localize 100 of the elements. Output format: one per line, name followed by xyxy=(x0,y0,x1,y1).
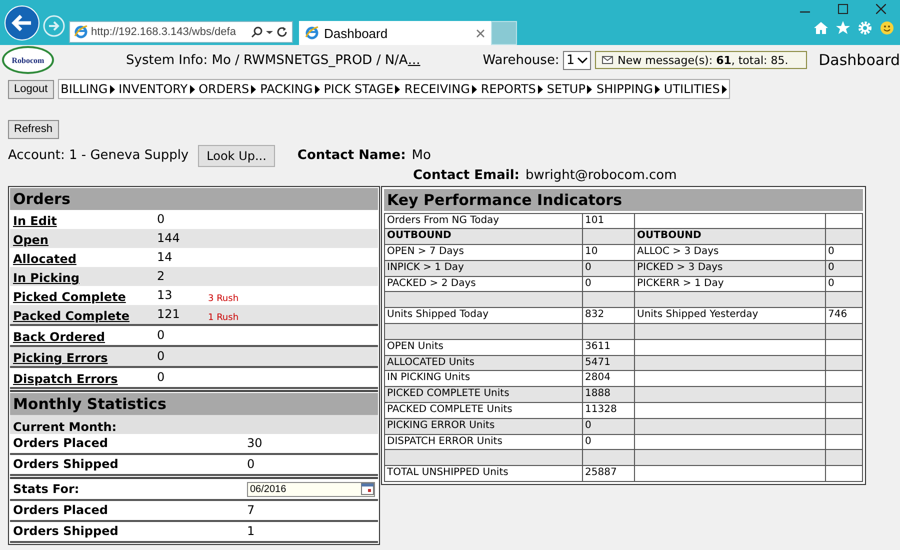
kpi-label: ALLOC > 3 Days xyxy=(637,246,719,258)
submenu-arrow-icon xyxy=(395,84,400,94)
stat-label: Orders Shipped xyxy=(13,457,120,471)
kpi-value: 0 xyxy=(585,436,592,447)
account-text: Account: 1 - Geneva Supply xyxy=(8,148,189,163)
warehouse-label: Warehouse: xyxy=(482,52,560,68)
browser-logo-icon xyxy=(74,25,88,39)
submenu-arrow-icon xyxy=(314,84,320,94)
status-link[interactable]: Packed Complete xyxy=(13,308,130,322)
month-field[interactable]: 06/2016 xyxy=(247,482,375,496)
menu-item[interactable]: SETUP xyxy=(544,82,594,96)
menu-item[interactable]: SHIPPING xyxy=(594,82,662,96)
refresh-button[interactable]: Refresh xyxy=(8,120,59,138)
kpi-label: PICKERR > 1 Day xyxy=(637,278,724,289)
kpi-label: TOTAL UNSHIPPED Units xyxy=(387,467,508,478)
status-link[interactable]: In Picking xyxy=(13,270,80,284)
address-bar[interactable]: http://192.168.3.143/wbs/defa xyxy=(69,21,293,43)
more-link[interactable]: ... xyxy=(408,52,420,68)
menu-item[interactable]: RECEIVING xyxy=(402,82,479,96)
menu-item[interactable]: BILLING xyxy=(58,82,117,96)
system-info: System Info: Mo / RWMSNETGS_PROD / N/A xyxy=(126,52,408,68)
kpi-label: OPEN > 7 Days xyxy=(387,246,464,258)
kpi-value: 3611 xyxy=(585,340,610,352)
stat-value: 1 xyxy=(247,524,256,538)
kpi-label: OPEN Units xyxy=(387,340,444,352)
menu-item[interactable]: INVENTORY xyxy=(116,82,197,96)
kpi-label: PICKING ERROR Units xyxy=(387,420,495,431)
stat-label: Orders Placed xyxy=(13,436,109,450)
kpi-label: INPICK > 1 Day xyxy=(387,262,464,273)
message-text: New message(s): 61, total: 85. xyxy=(618,54,788,66)
star-icon[interactable] xyxy=(836,21,850,35)
kpi-label: OUTBOUND xyxy=(637,230,702,242)
dropdown-caret-icon xyxy=(576,56,588,64)
browser-logo-icon xyxy=(305,26,319,40)
kpi-label: PACKED COMPLETE Units xyxy=(387,404,512,416)
order-count: 0 xyxy=(157,370,166,384)
status-link[interactable]: In Edit xyxy=(13,214,57,228)
submenu-arrow-icon xyxy=(538,84,543,94)
kpi-value: 2804 xyxy=(585,372,610,384)
order-count: 14 xyxy=(157,250,174,264)
stat-value: 7 xyxy=(247,503,256,517)
order-count: 121 xyxy=(157,307,181,321)
status-link[interactable]: Dispatch Errors xyxy=(13,372,118,386)
logout-button[interactable]: Logout xyxy=(8,80,54,98)
contact-name-label: Contact Name: xyxy=(297,148,406,163)
browser-tab[interactable]: Dashboard xyxy=(299,21,491,45)
kpi-value: 832 xyxy=(585,309,604,320)
menu-item[interactable]: PACKING xyxy=(258,82,322,96)
envelope-icon xyxy=(602,56,613,64)
submenu-arrow-icon xyxy=(110,84,115,94)
kpi-label: Orders From NG Today xyxy=(387,214,500,226)
status-link[interactable]: Back Ordered xyxy=(13,330,106,344)
panel-heading: Orders xyxy=(10,188,378,210)
order-count: 0 xyxy=(157,349,166,363)
menu-item[interactable]: ORDERS xyxy=(196,82,258,96)
menu-item[interactable]: PICK STAGE xyxy=(322,82,402,96)
order-count: 2 xyxy=(157,269,166,283)
status-link[interactable]: Allocated xyxy=(13,252,76,266)
stat-label: Orders Placed xyxy=(13,503,109,517)
kpi-value: 0 xyxy=(585,262,592,273)
close-icon[interactable] xyxy=(876,4,886,14)
back-button[interactable] xyxy=(4,5,40,41)
maximize-icon[interactable] xyxy=(838,4,848,14)
kpi-label: IN PICKING Units xyxy=(387,372,470,384)
smiley-icon[interactable] xyxy=(880,21,894,35)
close-icon[interactable] xyxy=(476,28,485,38)
kpi-label: PICKED COMPLETE Units xyxy=(387,388,510,400)
kpi-label: PICKED > 3 Days xyxy=(637,262,723,273)
contact-email-label: Contact Email: xyxy=(413,168,520,182)
submenu-arrow-icon xyxy=(654,84,660,94)
menu-item[interactable]: REPORTS xyxy=(478,82,545,96)
status-link[interactable]: Picked Complete xyxy=(13,290,126,304)
rush-count: 3 Rush xyxy=(208,294,239,304)
kpi-label: Units Shipped Yesterday xyxy=(637,309,758,320)
look-up-button[interactable]: Look Up... xyxy=(198,144,276,166)
subheading: Current Month: xyxy=(13,420,117,434)
order-count: 13 xyxy=(157,288,174,302)
kpi-value: 0 xyxy=(585,278,592,289)
calendar-icon[interactable] xyxy=(361,483,374,495)
status-link[interactable]: Picking Errors xyxy=(13,350,108,364)
refresh-icon[interactable] xyxy=(276,26,288,38)
stat-value: 30 xyxy=(247,436,264,450)
kpi-value: 1888 xyxy=(585,388,610,400)
kpi-label: PACKED > 2 Days xyxy=(387,278,476,289)
warehouse-select[interactable]: 1 xyxy=(563,50,591,70)
submenu-arrow-icon xyxy=(587,84,592,94)
stat-label: Stats For: xyxy=(13,482,80,496)
order-count: 0 xyxy=(157,212,166,226)
kpi-label: DISPATCH ERROR Units xyxy=(387,436,502,447)
message-box[interactable]: New message(s): 61, total: 85. xyxy=(594,51,807,69)
kpi-value: 5471 xyxy=(585,356,610,368)
stat-label: Orders Shipped xyxy=(13,524,120,538)
submenu-arrow-icon xyxy=(472,84,477,94)
kpi-value: 11328 xyxy=(585,404,617,416)
logo-text: Robocom xyxy=(12,56,44,64)
kpi-label: OUTBOUND xyxy=(387,230,452,242)
order-count: 0 xyxy=(157,328,166,342)
status-link[interactable]: Open xyxy=(13,232,48,246)
search-icon[interactable] xyxy=(251,26,263,38)
menu-item[interactable]: UTILITIES xyxy=(662,82,729,96)
